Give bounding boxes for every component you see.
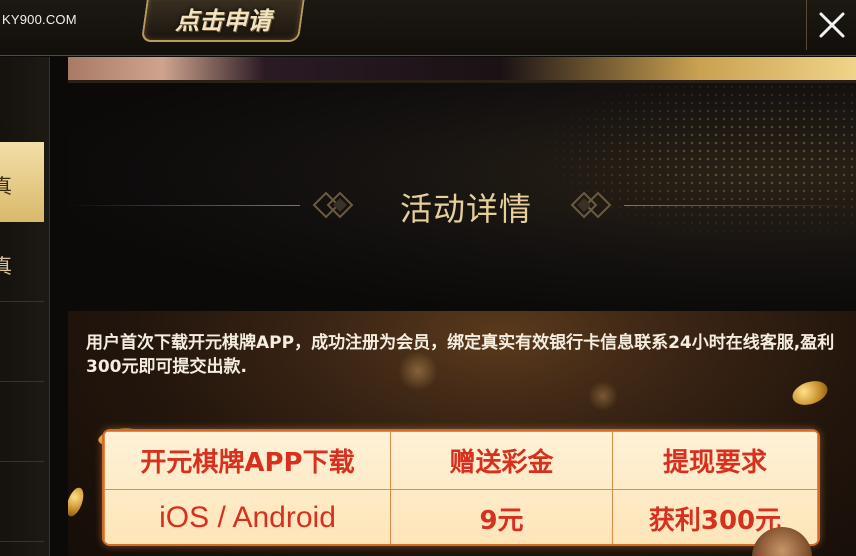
site-url: KY900.COM bbox=[2, 12, 77, 27]
apply-button[interactable]: 点击申请 bbox=[140, 0, 306, 42]
sidebar-tab-2[interactable]: 真 bbox=[0, 222, 44, 302]
table-cell: iOS / Android bbox=[104, 489, 391, 544]
close-icon bbox=[819, 12, 844, 38]
apply-button-label: 点击申请 bbox=[175, 6, 272, 35]
table-cell: 9元 bbox=[390, 489, 613, 544]
close-button[interactable] bbox=[806, 0, 856, 50]
details-header-area: 活动详情 bbox=[68, 83, 856, 311]
activity-content[interactable]: 活动详情 用户首次下载开元棋牌APP，成功注册为会员，绑定真实有效银行卡信息联系… bbox=[68, 57, 856, 556]
sidebar-tab-5[interactable] bbox=[0, 462, 44, 542]
gold-coin-icon bbox=[68, 485, 87, 519]
divider-line bbox=[68, 205, 300, 206]
sidebar-tab-1[interactable]: 真 bbox=[0, 142, 44, 222]
section-title: 活动详情 bbox=[399, 190, 532, 228]
promo-description: 用户首次下载开元棋牌APP，成功注册为会员，绑定真实有效银行卡信息联系24小时在… bbox=[86, 333, 835, 377]
gold-coin-icon bbox=[789, 376, 831, 410]
sidebar-tab-4[interactable] bbox=[0, 382, 44, 462]
promo-details-panel: 用户首次下载开元棋牌APP，成功注册为会员，绑定真实有效银行卡信息联系24小时在… bbox=[68, 311, 856, 556]
sidebar-tab-label: 真 bbox=[0, 174, 12, 198]
table-header-cell: 提现要求 bbox=[612, 431, 818, 490]
sidebar: 真 真 bbox=[0, 57, 50, 556]
promo-info-table: 开元棋牌APP下载 赠送彩金 提现要求 iOS / Android 9元 获利3… bbox=[102, 429, 820, 546]
top-bar: KY900.COM 点击申请 bbox=[0, 0, 856, 56]
table-header-row: 开元棋牌APP下载 赠送彩金 提现要求 bbox=[104, 431, 818, 490]
table-header-cell: 开元棋牌APP下载 bbox=[104, 431, 391, 490]
light-glow bbox=[588, 381, 618, 411]
diamond-ornament-icon bbox=[570, 191, 612, 219]
promo-banner-strip[interactable] bbox=[68, 57, 856, 83]
sidebar-tab-label: 真 bbox=[0, 250, 12, 279]
table-header-cell: 赠送彩金 bbox=[390, 431, 613, 490]
table-row: iOS / Android 9元 获利300元 bbox=[104, 489, 818, 544]
diamond-ornament-icon bbox=[312, 191, 354, 219]
sidebar-tab-3[interactable] bbox=[0, 302, 44, 382]
divider-line bbox=[624, 205, 856, 206]
